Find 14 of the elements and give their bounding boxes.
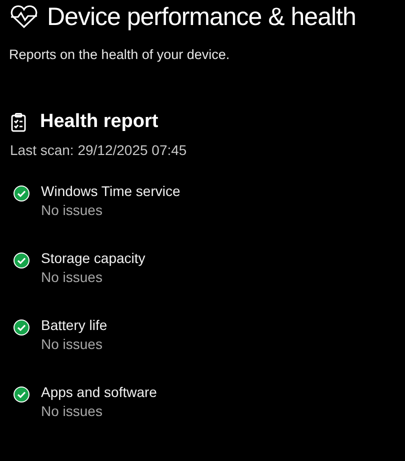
- item-name: Windows Time service: [41, 183, 180, 199]
- heart-pulse-icon: [9, 5, 39, 29]
- item-status: No issues: [41, 336, 104, 352]
- clipboard-icon: [11, 112, 26, 132]
- item-name: Battery life: [41, 317, 108, 333]
- page-title: Device performance & health: [47, 2, 356, 32]
- page-subtitle: Reports on the health of your device.: [9, 47, 231, 62]
- last-scan-text: Last scan: 29/12/2025 07:45: [10, 142, 188, 158]
- item-name: Apps and software: [41, 384, 157, 400]
- item-status: No issues: [41, 202, 104, 218]
- item-status: No issues: [41, 403, 104, 419]
- item-name: Storage capacity: [41, 250, 146, 266]
- section-heading: Health report: [40, 111, 158, 133]
- item-status: No issues: [41, 269, 104, 285]
